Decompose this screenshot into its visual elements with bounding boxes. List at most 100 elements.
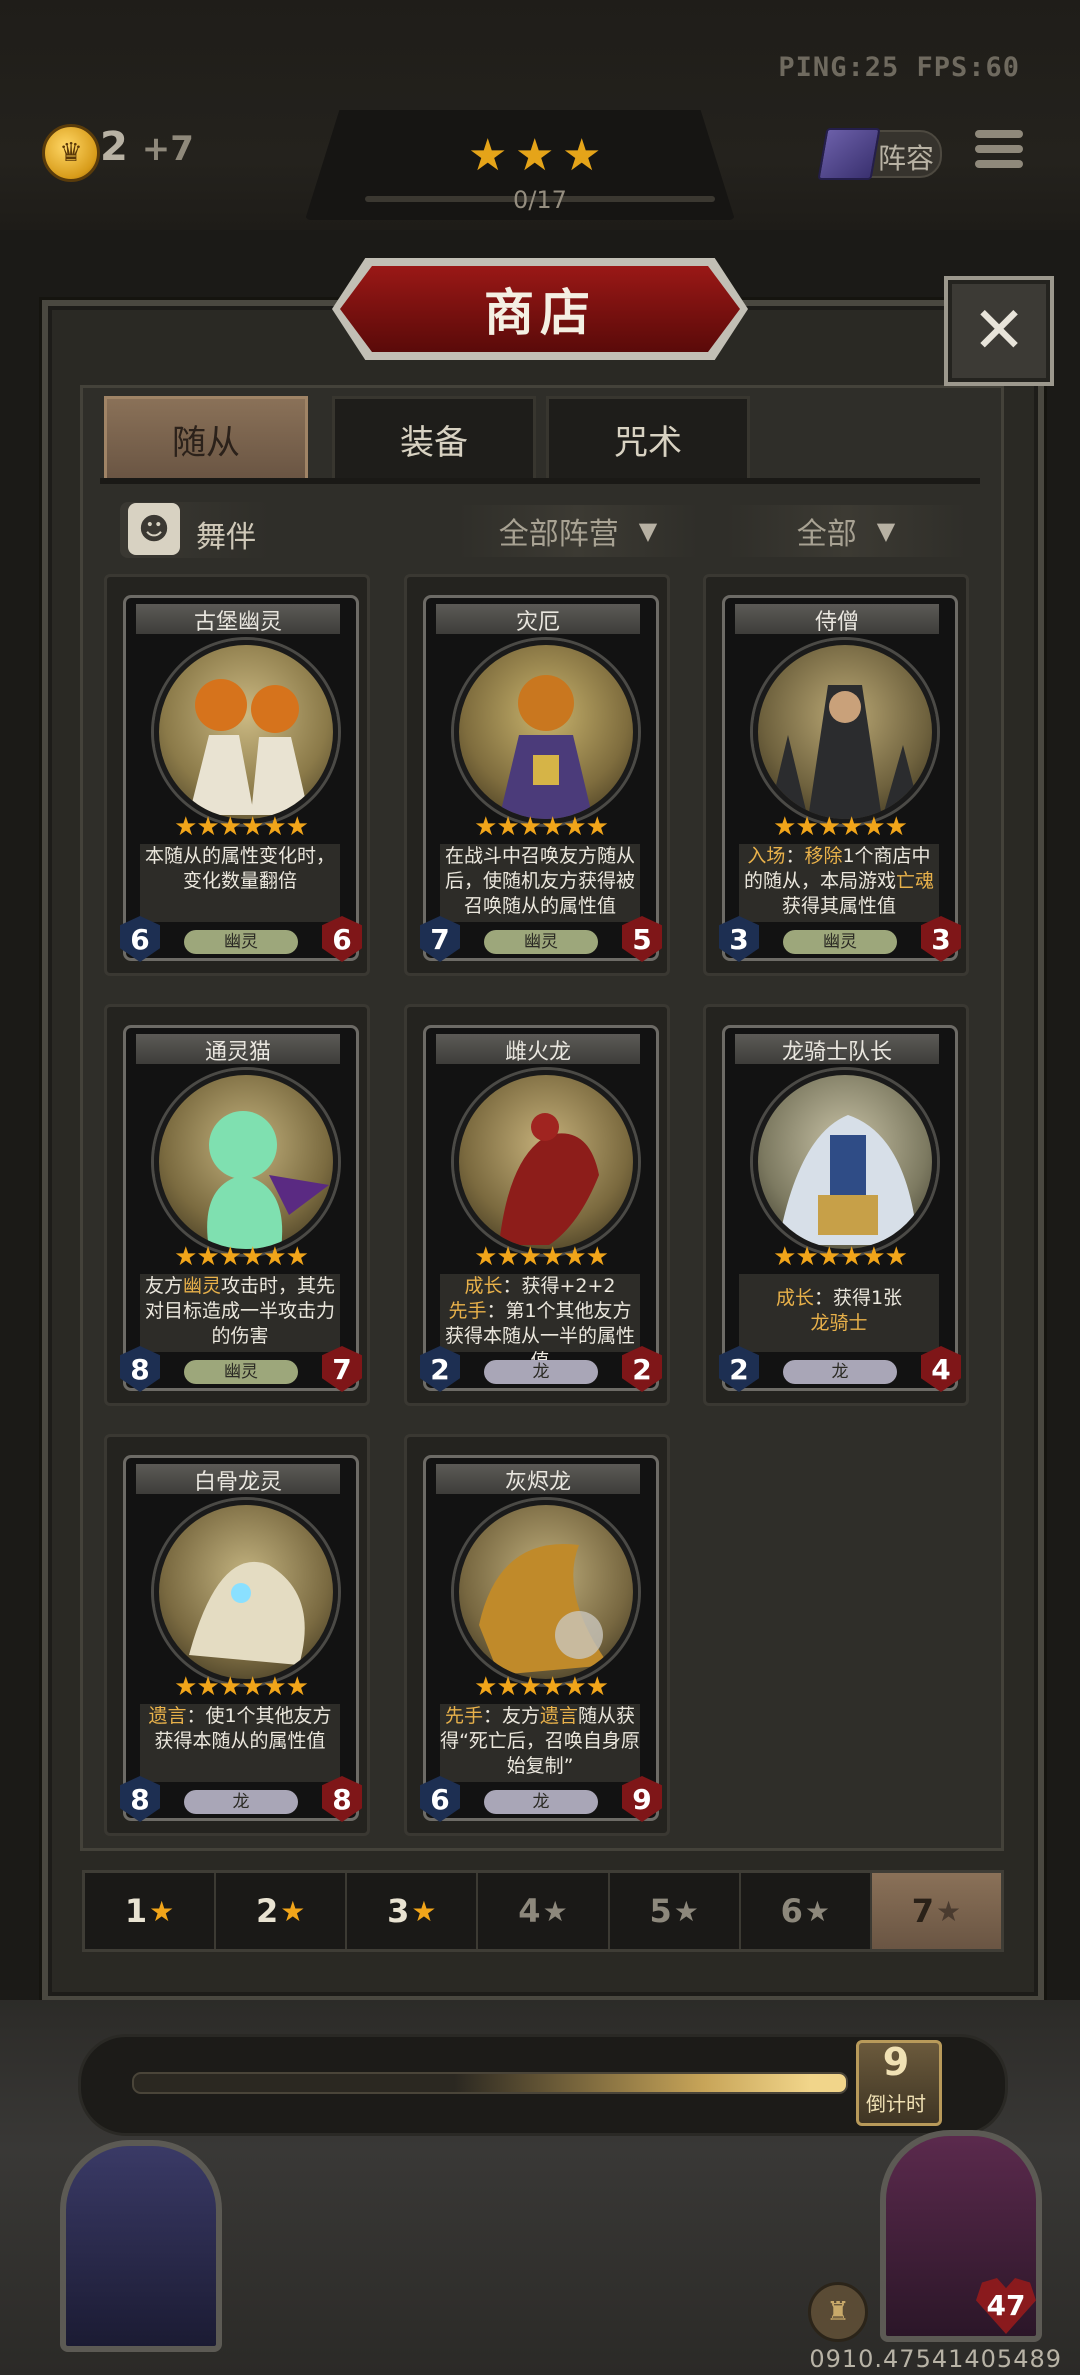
card-description: 入场：移除1个商店中的随从，本局游戏亡魂获得其属性值 [739,844,939,922]
minion-card[interactable]: 通灵猫 ★★★★★★ 友方幽灵攻击时，其先对目标造成一半攻击力的伤害 幽灵 8 … [120,1025,362,1392]
card-slot[interactable]: 雌火龙 ★★★★★★ 成长：获得+2+2 先手：第1个其他友方获得本随从一半的属性… [404,1004,670,1406]
lineup-book-icon[interactable] [817,128,881,180]
card-description: 本随从的属性变化时，变化数量翻倍 [140,844,340,922]
attack-value: 6 [120,916,160,962]
card-slot[interactable]: 龙骑士队长 ★★★★★★ 成长：获得1张 龙骑士 龙 2 4 [703,1004,969,1406]
build-id: 0910.47541405489 [809,2345,1062,2373]
rank-progress-text: 0/17 [513,186,567,214]
card-stars: ★★★★★★ [474,1242,609,1272]
tier-1-button[interactable]: 1 ★ [85,1873,217,1949]
gold-value: 2 [100,124,128,170]
tier-number: 5 [649,1892,672,1930]
keyword-soul: 亡魂 [896,870,935,892]
menu-icon[interactable] [975,130,1023,178]
card-name: 侍僧 [735,604,939,635]
tribe-badge: 幽灵 [783,930,897,954]
keyword-first-strike: 先手 [448,1300,487,1322]
rank-star-icon: ★ [468,130,508,181]
tier-number: 6 [780,1892,803,1930]
card-art-dragon-knight [753,1070,937,1254]
tab-minions[interactable]: 随从 [104,396,308,482]
tier-5-button[interactable]: 5 ★ [610,1873,741,1949]
card-slot[interactable]: 侍僧 ★★★★★★ 入场：移除1个商店中的随从，本局游戏亡魂获得其属性值 幽灵 … [703,574,969,976]
card-art-bone-dragon [154,1500,338,1684]
timer-progress-bar [132,2072,848,2094]
keyword-grow: 成长 [464,1275,503,1297]
card-description: 友方幽灵攻击时，其先对目标造成一半攻击力的伤害 [140,1274,340,1352]
tier-dropdown[interactable]: 全部 ▼ [726,505,966,557]
card-stars: ★★★★★★ [174,1242,309,1272]
attack-value: 8 [120,1776,160,1822]
health-value: 5 [622,916,662,962]
card-slot[interactable]: 白骨龙灵 ★★★★★★ 遗言：使1个其他友方获得本随从的属性值 龙 8 8 [104,1434,370,1836]
gold-bonus: +7 [141,129,194,169]
card-slot[interactable]: 古堡幽灵 ★★★★★★ 本随从的属性变化时，变化数量翻倍 幽灵 6 6 [104,574,370,976]
dancer-mask-icon[interactable]: ☻ [128,503,180,555]
tier-7-button[interactable]: 7 ★ [871,1873,1001,1949]
dancer-label[interactable]: 舞伴 [196,512,256,556]
rank-star-icon: ★ [562,130,602,181]
tier-4-button[interactable]: 4 ★ [478,1873,610,1949]
health-value: 4 [921,1346,961,1392]
card-stars: ★★★★★★ [474,1672,609,1702]
minion-card[interactable]: 侍僧 ★★★★★★ 入场：移除1个商店中的随从，本局游戏亡魂获得其属性值 幽灵 … [719,595,961,962]
card-name: 灰烬龙 [436,1464,640,1495]
card-art-acolyte [753,640,937,824]
tribe-badge: 幽灵 [184,930,298,954]
card-name: 龙骑士队长 [735,1034,939,1065]
card-name: 古堡幽灵 [136,604,340,635]
chevron-down-icon: ▼ [876,517,896,545]
attack-value: 7 [420,916,460,962]
health-value: 8 [322,1776,362,1822]
tribe-badge: 幽灵 [484,930,598,954]
tier-6-button[interactable]: 6 ★ [741,1873,872,1949]
keyword-enter: 入场 [747,845,786,867]
card-stars: ★★★★★★ [174,812,309,842]
card-slot[interactable]: 通灵猫 ★★★★★★ 友方幽灵攻击时，其先对目标造成一半攻击力的伤害 幽灵 8 … [104,1004,370,1406]
card-slot[interactable]: 灰烬龙 ★★★★★★ 先手：友方遗言随从获得“死亡后，召唤自身原始复制” 龙 6… [404,1434,670,1836]
minion-card[interactable]: 灾厄 ★★★★★★ 在战斗中召唤友方随从后，使随机友方获得被召唤随从的属性值 幽… [420,595,662,962]
attack-value: 2 [420,1346,460,1392]
card-art-ash-dragon [454,1500,638,1684]
tier-number: 7 [911,1892,934,1930]
minion-card[interactable]: 雌火龙 ★★★★★★ 成长：获得+2+2 先手：第1个其他友方获得本随从一半的属性… [420,1025,662,1392]
health-value: 2 [622,1346,662,1392]
lineup-label[interactable]: 阵容 [878,137,934,177]
tier-number: 2 [256,1892,279,1930]
card-description: 在战斗中召唤友方随从后，使随机友方获得被召唤随从的属性值 [440,844,640,922]
desc-text: 友方 [144,1275,183,1297]
minion-card[interactable]: 白骨龙灵 ★★★★★★ 遗言：使1个其他友方获得本随从的属性值 龙 8 8 [120,1455,362,1822]
card-name: 通灵猫 [136,1034,340,1065]
seal-icon[interactable]: ♜ [808,2282,868,2342]
card-art-doom [454,640,638,824]
card-slot[interactable]: 灾厄 ★★★★★★ 在战斗中召唤友方随从后，使随机友方获得被召唤随从的属性值 幽… [404,574,670,976]
keyword-remove: 移除 [804,845,843,867]
tab-spells[interactable]: 咒术 [546,396,750,482]
card-stars: ★★★★★★ [474,812,609,842]
card-description: 遗言：使1个其他友方获得本随从的属性值 [140,1704,340,1782]
card-art-fire-dragon [454,1070,638,1254]
tribe-badge: 龙 [484,1790,598,1814]
ping-fps-readout: PING:25 FPS:60 [778,52,1020,83]
card-stars: ★★★★★★ [773,812,908,842]
star-icon: ★ [804,1894,830,1928]
minion-card[interactable]: 龙骑士队长 ★★★★★★ 成长：获得1张 龙骑士 龙 2 4 [719,1025,961,1392]
minion-card[interactable]: 古堡幽灵 ★★★★★★ 本随从的属性变化时，变化数量翻倍 幽灵 6 6 [120,595,362,962]
tier-3-button[interactable]: 3 ★ [347,1873,479,1949]
tab-equipment[interactable]: 装备 [332,396,536,482]
desc-text: ： [785,845,805,867]
health-value: 3 [921,916,961,962]
opponent-portrait[interactable] [60,2140,222,2352]
desc-text: 获得其属性值 [781,895,896,917]
desc-text: ：获得+2+2 [502,1275,616,1297]
tribe-badge: 幽灵 [184,1360,298,1384]
attack-value: 2 [719,1346,759,1392]
close-button[interactable]: ✕ [944,276,1054,386]
keyword-dragon-knight: 龙骑士 [810,1312,868,1334]
minion-card[interactable]: 灰烬龙 ★★★★★★ 先手：友方遗言随从获得“死亡后，召唤自身原始复制” 龙 6… [420,1455,662,1822]
desc-text: ：获得1张 [813,1287,903,1309]
faction-dropdown[interactable]: 全部阵营 ▼ [458,505,698,557]
tier-2-button[interactable]: 2 ★ [216,1873,348,1949]
star-icon: ★ [673,1894,699,1928]
gold-amount: 2 +7 [100,124,194,170]
